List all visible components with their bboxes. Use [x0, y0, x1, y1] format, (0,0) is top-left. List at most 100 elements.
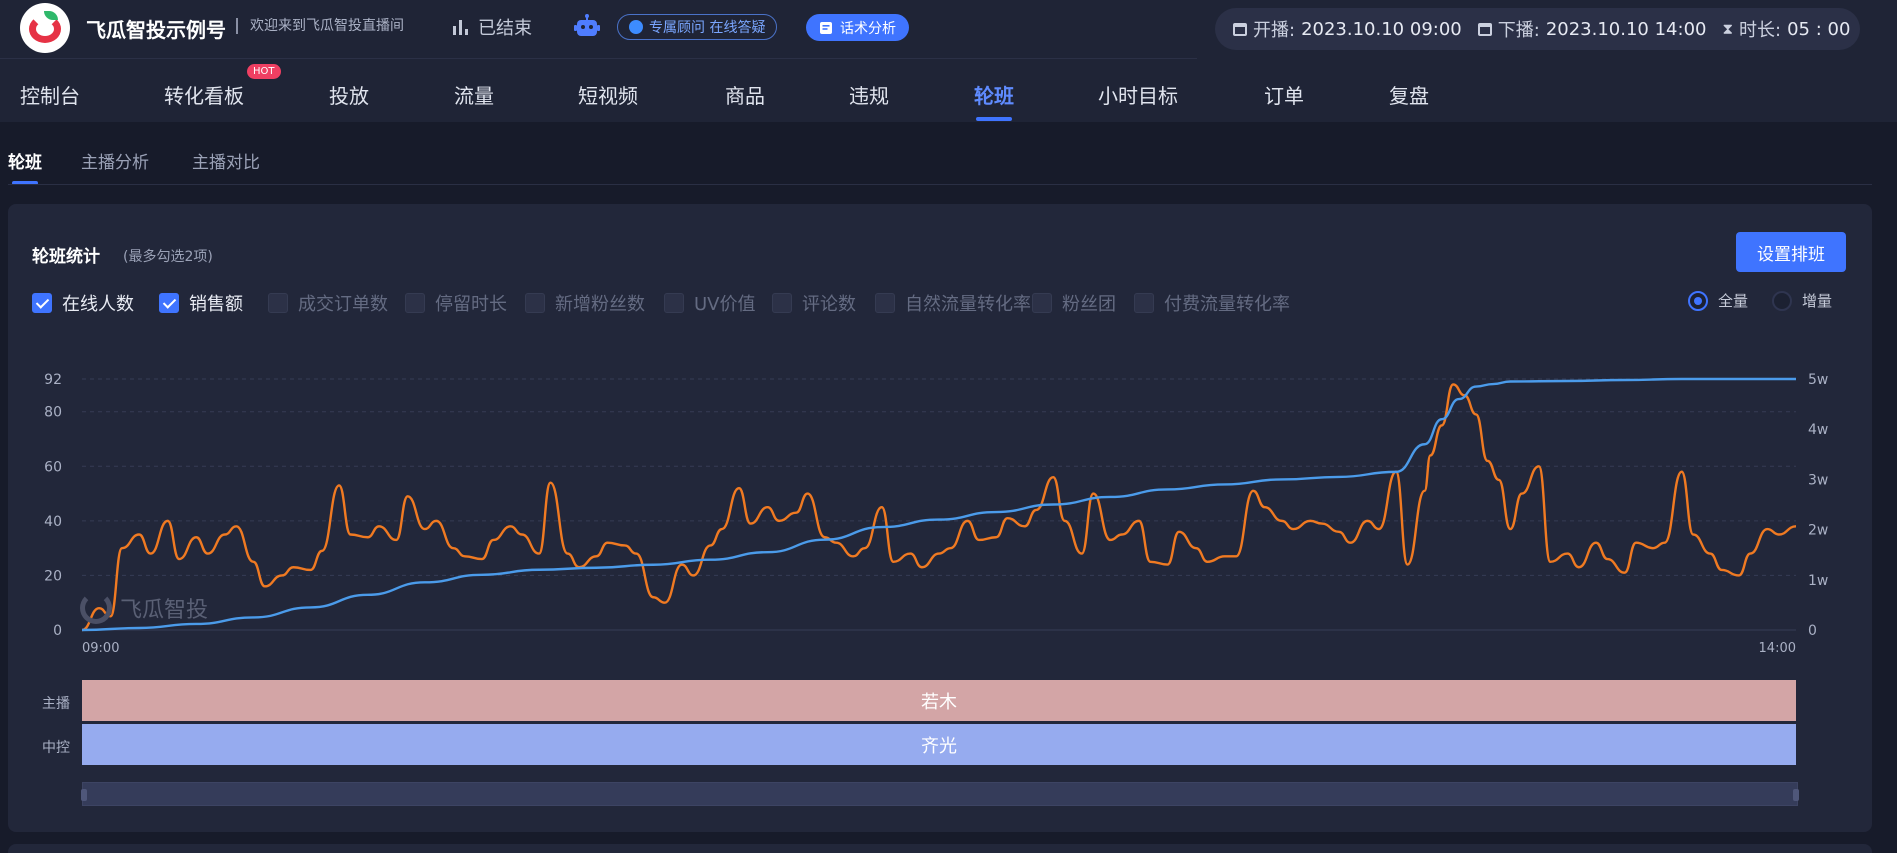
duration-label: 时长: [1739, 20, 1782, 41]
next-card [8, 844, 1872, 853]
shift-line-chart: 0 20 40 60 80 92 0 1w 2w 3w 4w 5w 09:00 14:00 [44, 372, 1828, 656]
welcome-text: 欢迎来到飞瓜智投直播间 [236, 18, 404, 34]
nav-item-ads[interactable]: 投放 [329, 80, 369, 109]
radio-dot[interactable] [1772, 290, 1792, 311]
y-left-tick-label: 60 [44, 459, 62, 475]
advisor-badge-label: 专属顾问 在线答疑 [649, 20, 766, 36]
metric-label: 自然流量转化率 [905, 294, 1031, 315]
chat-bubble-icon [629, 20, 643, 34]
start-time-label: 开播: [1253, 20, 1296, 41]
main-nav: 控制台 转化看板 投放 流量 短视频 商品 违规 轮班 小时目标 订单 复盘 [0, 60, 1897, 122]
bar-chart-icon [453, 20, 468, 35]
checkbox[interactable] [159, 293, 179, 313]
nav-active-indicator [976, 117, 1012, 121]
checkbox[interactable] [32, 293, 52, 313]
brand-logo[interactable] [20, 3, 70, 53]
nav-item-console[interactable]: 控制台 [20, 80, 80, 109]
y-left-tick-label: 80 [44, 405, 62, 421]
online-users-line [81, 383, 1797, 632]
metric-label: 成交订单数 [298, 294, 388, 315]
chart-range-scroller[interactable] [81, 782, 1799, 806]
checkbox[interactable] [405, 293, 425, 313]
subtab-host-compare[interactable]: 主播对比 [192, 148, 260, 173]
radio-incremental[interactable]: 增量 [1772, 290, 1832, 311]
checkbox[interactable] [772, 293, 792, 313]
nav-item-traffic[interactable]: 流量 [454, 80, 494, 109]
metric-label: 停留时长 [435, 294, 507, 315]
host-lane-label: 主播 [42, 696, 70, 712]
metric-sales[interactable]: 销售额 [159, 290, 243, 316]
host-lane-bar[interactable]: 若木 [82, 680, 1796, 721]
document-icon [820, 21, 832, 34]
start-time-item: 开播: 2023.10.10 09:00 [1233, 16, 1462, 42]
start-time-value: 2023.10.10 09:00 [1301, 18, 1462, 40]
nav-item-hourly-goals[interactable]: 小时目标 [1098, 80, 1178, 109]
metric-natural-conversion[interactable]: 自然流量转化率 [875, 290, 1031, 316]
nav-item-conversion-board[interactable]: 转化看板 [164, 80, 244, 109]
advisor-badge[interactable]: 专属顾问 在线答疑 [617, 14, 778, 40]
metric-orders[interactable]: 成交订单数 [268, 290, 388, 316]
metric-label: 粉丝团 [1062, 294, 1116, 315]
scroller-right-handle[interactable] [1793, 789, 1799, 801]
radio-full[interactable]: 全量 [1688, 290, 1748, 311]
checkbox[interactable] [1032, 293, 1052, 313]
hourglass-icon: ⧗ [1722, 20, 1733, 38]
control-lane-bar[interactable]: 齐光 [82, 724, 1796, 765]
x-tick-label-end: 14:00 [1759, 641, 1796, 656]
radio-label: 全量 [1718, 292, 1749, 310]
y-left-tick-label: 92 [44, 372, 62, 388]
checkbox[interactable] [525, 293, 545, 313]
nav-item-products[interactable]: 商品 [725, 80, 765, 109]
metric-stay-duration[interactable]: 停留时长 [405, 290, 507, 316]
checkbox[interactable] [875, 293, 895, 313]
y-left-tick-label: 0 [53, 623, 62, 639]
shift-stats-card: 轮班统计 (最多勾选2项) 设置排班 在线人数 销售额 成交订单数 停留时长 新… [8, 204, 1872, 832]
y-left-tick-label: 20 [44, 568, 62, 584]
control-name: 齐光 [921, 735, 957, 757]
end-time-value: 2023.10.10 14:00 [1545, 18, 1707, 40]
checkbox[interactable] [1134, 293, 1154, 313]
scroller-left-handle[interactable] [81, 789, 87, 801]
y-right-tick-label: 0 [1808, 623, 1817, 639]
x-tick-label-start: 09:00 [82, 641, 119, 656]
nav-item-review[interactable]: 复盘 [1389, 80, 1429, 109]
metric-paid-conversion[interactable]: 付费流量转化率 [1134, 290, 1290, 316]
y-left-tick-label: 40 [44, 514, 62, 530]
y-right-tick-label: 5w [1808, 372, 1828, 388]
metric-label: UV价值 [694, 294, 756, 315]
subtab-shifts[interactable]: 轮班 [8, 148, 42, 173]
metric-label: 新增粉丝数 [555, 294, 645, 315]
nav-item-violations[interactable]: 违规 [849, 80, 889, 109]
robot-icon[interactable] [574, 14, 600, 38]
nav-item-orders[interactable]: 订单 [1264, 80, 1304, 109]
metric-label: 付费流量转化率 [1164, 294, 1290, 315]
metric-online-users[interactable]: 在线人数 [32, 290, 134, 316]
calendar-icon [1477, 22, 1492, 36]
radio-dot[interactable] [1688, 290, 1708, 311]
live-status: 已结束 [452, 14, 532, 40]
sub-tabs: 轮班 主播分析 主播对比 [0, 122, 1897, 185]
y-right-tick-label: 4w [1808, 422, 1828, 438]
metric-comments[interactable]: 评论数 [772, 290, 856, 316]
brand-name: 飞瓜智投示例号 [86, 18, 226, 42]
y-right-tick-label: 3w [1808, 472, 1828, 488]
metric-new-fans[interactable]: 新增粉丝数 [525, 290, 645, 316]
metric-label: 销售额 [189, 294, 243, 315]
watermark: 飞瓜智投 [80, 592, 208, 624]
calendar-icon [1233, 22, 1247, 36]
live-time-info: 开播: 2023.10.10 09:00 下播: 2023.10.10 14:0… [1215, 8, 1860, 50]
set-schedule-button[interactable]: 设置排班 [1736, 232, 1846, 272]
checkbox[interactable] [268, 293, 288, 313]
checkbox[interactable] [664, 293, 684, 313]
end-time-item: 下播: 2023.10.10 14:00 [1477, 16, 1707, 42]
nav-item-short-video[interactable]: 短视频 [578, 80, 638, 109]
script-analysis-button[interactable]: 话术分析 [806, 14, 909, 41]
nav-item-shifts[interactable]: 轮班 [974, 80, 1014, 109]
watermark-text: 飞瓜智投 [120, 598, 209, 623]
duration-item: ⧗ 时长: 05 : 00 [1722, 16, 1850, 42]
metric-uv-value[interactable]: UV价值 [664, 290, 756, 316]
metric-fan-club[interactable]: 粉丝团 [1032, 290, 1116, 316]
header-divider [0, 58, 1197, 59]
subtab-host-analysis[interactable]: 主播分析 [81, 148, 149, 173]
y-right-tick-label: 1w [1808, 573, 1828, 589]
